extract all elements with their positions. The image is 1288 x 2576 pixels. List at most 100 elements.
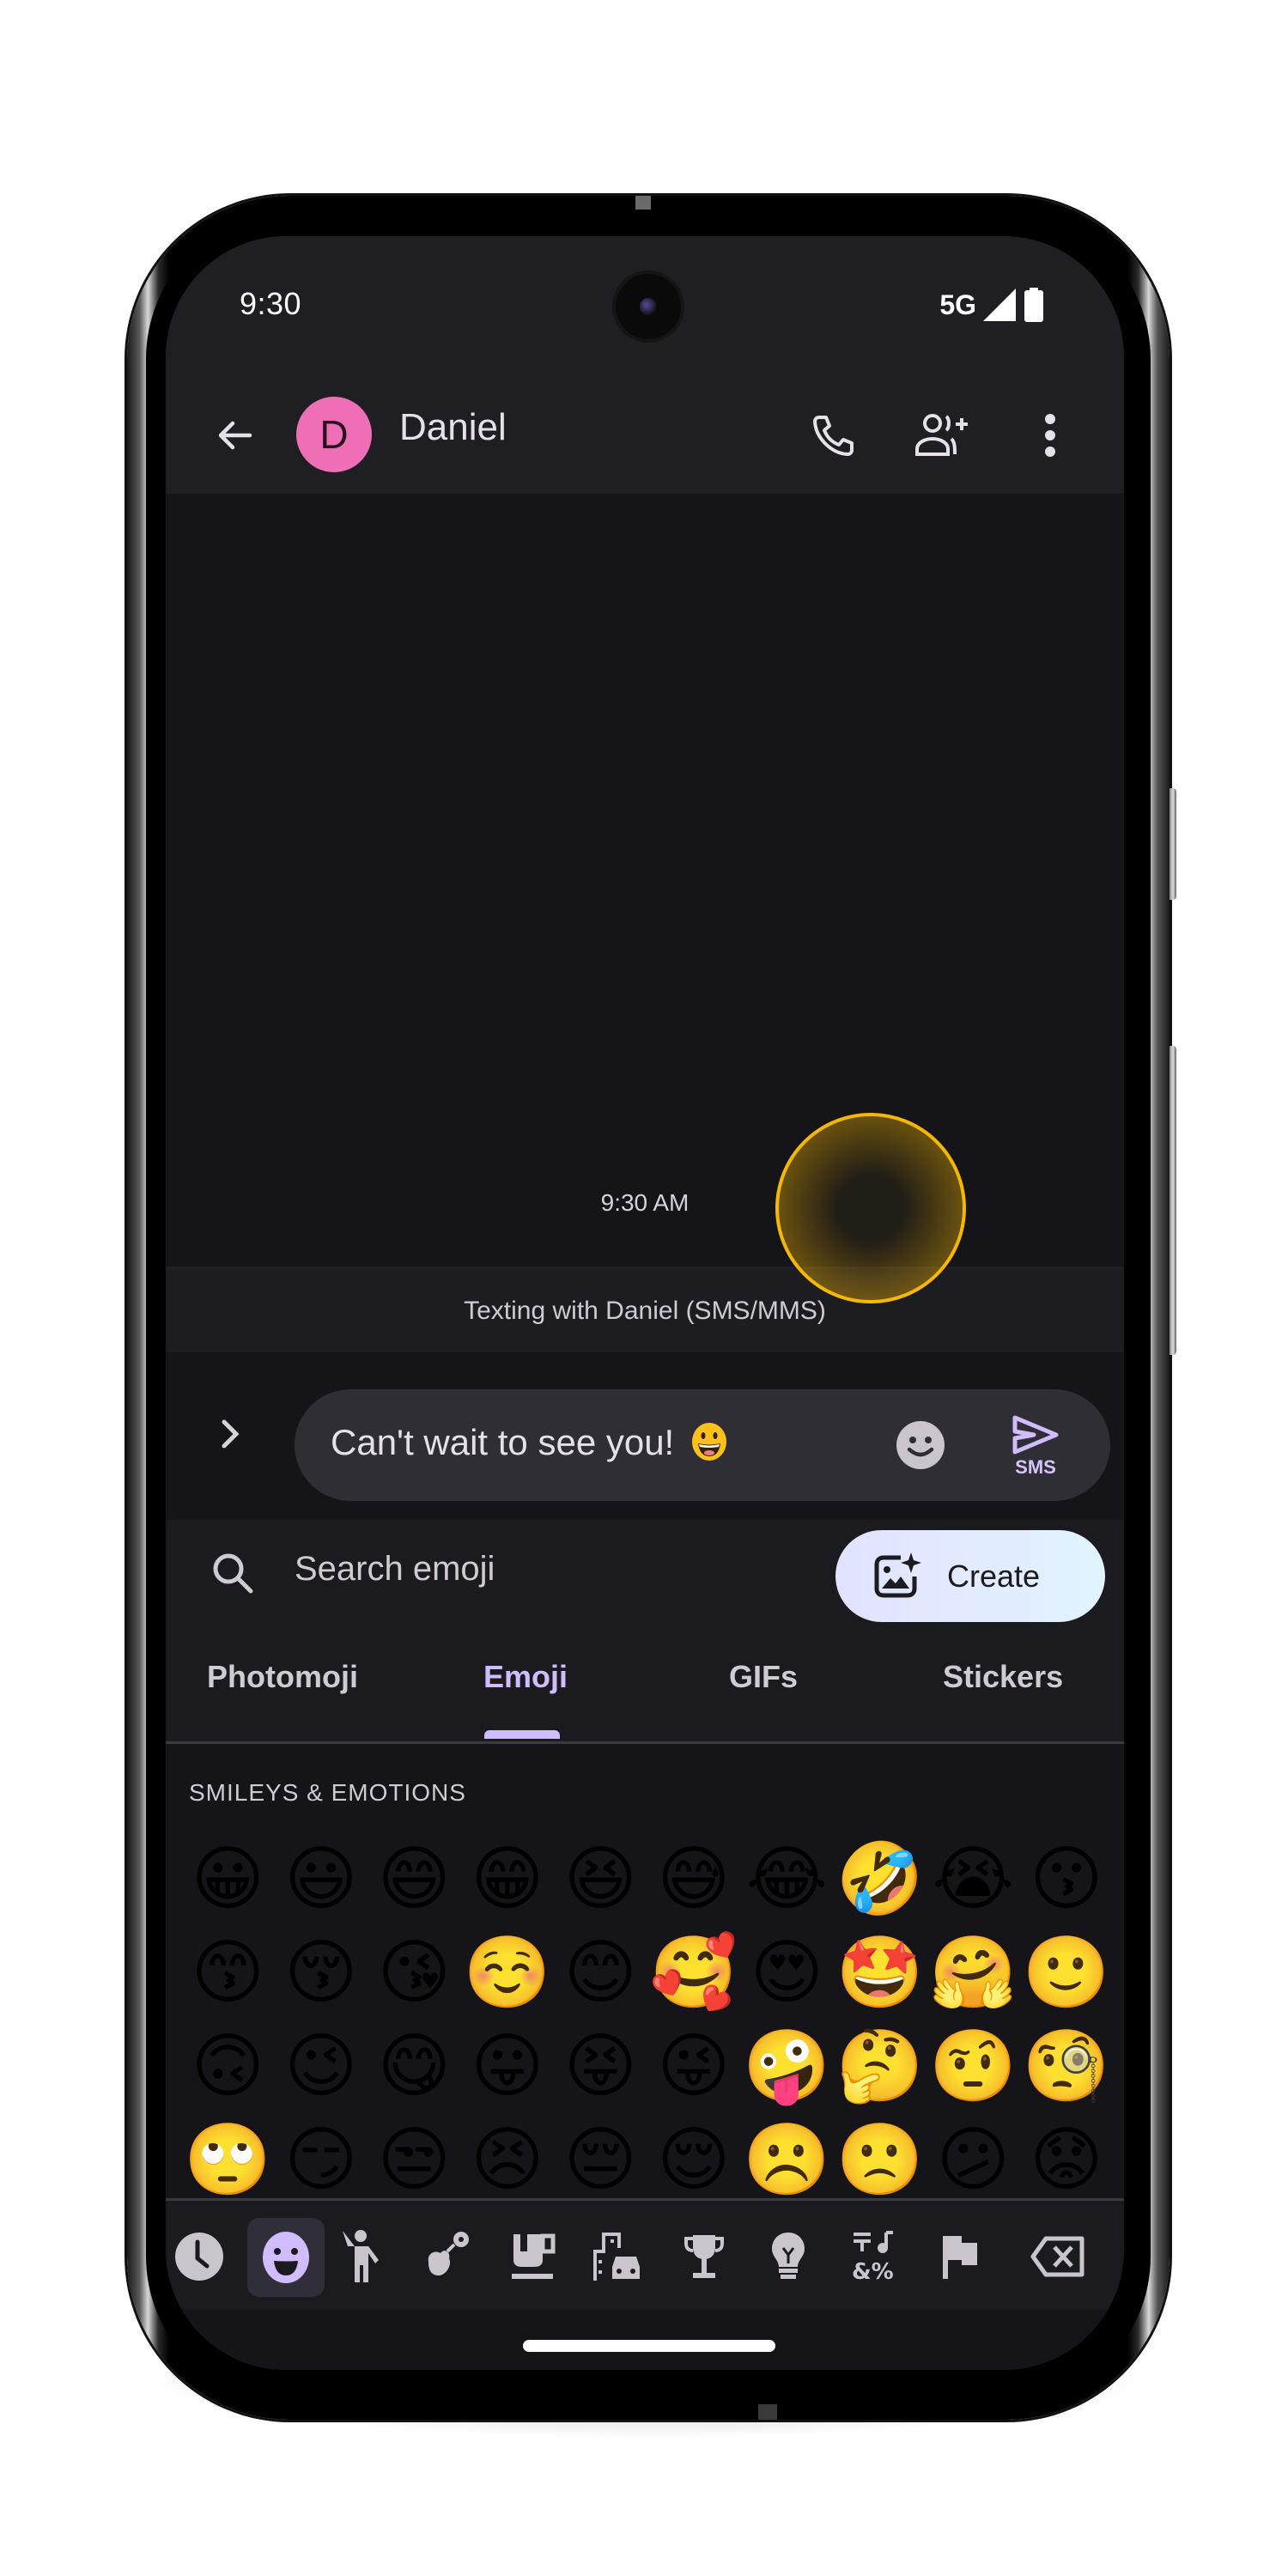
power-button [1170, 788, 1176, 900]
message-input[interactable]: Can't wait to see you! SMS [295, 1389, 1110, 1501]
emoji-item[interactable]: 😀 [181, 1832, 275, 1926]
emoji-item[interactable]: 😆 [554, 1832, 647, 1926]
battery-icon [1024, 288, 1043, 322]
category-activities[interactable] [671, 2223, 738, 2290]
message-timestamp: 9:30 AM [600, 1189, 690, 1216]
category-symbols[interactable]: &% [841, 2223, 908, 2290]
section-label: SMILEYS & EMOTIONS [189, 1779, 466, 1806]
expand-attachments-button[interactable] [209, 1413, 252, 1455]
backspace-button[interactable] [1024, 2223, 1091, 2290]
emoji-item[interactable]: 😁 [461, 1832, 555, 1926]
emoji-item[interactable]: 😅 [647, 1832, 741, 1926]
smiley-icon [896, 1421, 945, 1469]
emoji-item[interactable]: 😄 [368, 1832, 461, 1926]
emoji-item[interactable]: 😚 [275, 1926, 368, 2020]
add-participant-button[interactable] [911, 408, 973, 463]
network-type: 5G [939, 289, 976, 320]
emoji-item[interactable]: 😃 [275, 1832, 368, 1926]
add-person-icon [915, 414, 968, 456]
emoji-button[interactable] [896, 1420, 945, 1470]
emoji-item[interactable]: 😗 [1020, 1832, 1114, 1926]
more-vert-icon [1045, 414, 1055, 457]
emoji-item[interactable]: 😏 [275, 2113, 368, 2198]
emoji-item[interactable]: 🤔 [834, 2020, 927, 2113]
emoji-item[interactable]: 😝 [554, 2020, 647, 2113]
emoji-item[interactable]: 🥰 [647, 1926, 741, 2020]
emoji-item[interactable]: ☹️ [740, 2113, 834, 2198]
emoji-panel: Search emoji Create Photomoji Emoji GIFs… [166, 1520, 1124, 2370]
category-smileys[interactable] [247, 2218, 325, 2297]
send-sms-button[interactable]: SMS [988, 1400, 1083, 1494]
volume-button [1170, 1046, 1176, 1355]
status-icons: 5G [939, 288, 1043, 322]
search-icon [213, 1553, 253, 1594]
backspace-icon [1030, 2236, 1084, 2277]
emoji-item[interactable]: 😂 [740, 1832, 834, 1926]
tab-stickers[interactable]: Stickers [943, 1659, 1063, 1695]
arrow-back-icon [218, 421, 252, 450]
avatar-letter: D [319, 412, 349, 457]
tab-gifs[interactable]: GIFs [729, 1659, 798, 1695]
call-button[interactable] [808, 410, 860, 461]
emoji-item[interactable]: 😌 [647, 2113, 741, 2198]
emoji-item[interactable]: 🙃 [181, 2020, 275, 2113]
category-flags[interactable] [927, 2223, 993, 2290]
category-travel[interactable] [585, 2223, 652, 2290]
emoji-item[interactable]: 😭 [927, 1832, 1020, 1926]
create-image-icon [874, 1552, 921, 1597]
emoji-item[interactable]: ☺️ [461, 1926, 555, 2020]
emoji-item[interactable]: 🤩 [834, 1926, 927, 2020]
category-food[interactable] [499, 2223, 566, 2290]
create-button[interactable]: Create [835, 1530, 1105, 1622]
emoji-item[interactable]: 🧐 [1020, 2020, 1114, 2113]
emoji-search-row: Search emoji Create [166, 1520, 1124, 1623]
category-animals[interactable] [413, 2223, 480, 2290]
category-recent[interactable] [166, 2223, 233, 2290]
emoji-item[interactable]: 😒 [368, 2113, 461, 2198]
emoji-item[interactable]: 🙂 [1020, 1926, 1114, 2020]
emoji-item[interactable]: 😜 [647, 2020, 741, 2113]
category-people[interactable] [327, 2223, 394, 2290]
phone-icon [813, 416, 854, 456]
message-text[interactable]: Can't wait to see you! [331, 1422, 729, 1463]
frame-antenna-line [635, 196, 651, 210]
emoji-item[interactable]: 🤗 [927, 1926, 1020, 2020]
emoji-item[interactable]: 😛 [461, 2020, 555, 2113]
signal-icon [983, 289, 1016, 321]
food-drink-icon [512, 2233, 556, 2279]
chevron-right-icon [222, 1419, 240, 1449]
emoji-item[interactable]: 😣 [461, 2113, 555, 2198]
screen: 9:30 5G D Daniel 9:30 AM Texting with Da… [166, 236, 1124, 2370]
emoji-item[interactable]: 🙄 [181, 2113, 275, 2198]
emoji-item[interactable]: 😙 [181, 1926, 275, 2020]
emoji-item[interactable]: 😍 [740, 1926, 834, 2020]
conversation-area: 9:30 AM [166, 494, 1124, 1267]
avatar[interactable]: D [296, 397, 372, 472]
message-text-content: Can't wait to see you! [331, 1422, 675, 1462]
emoji-item[interactable]: 🙁 [834, 2113, 927, 2198]
emoji-item[interactable]: 😉 [275, 2020, 368, 2113]
emoji-item[interactable]: 🤪 [740, 2020, 834, 2113]
back-button[interactable] [212, 413, 257, 458]
tab-emoji[interactable]: Emoji [483, 1659, 568, 1695]
emoji-item[interactable]: 😕 [927, 2113, 1020, 2198]
emoji-item[interactable]: 😘 [368, 1926, 461, 2020]
emoji-search-input[interactable]: Search emoji [295, 1550, 495, 1589]
emoji-item[interactable]: 😔 [554, 2113, 647, 2198]
texting-info-text: Texting with Daniel (SMS/MMS) [464, 1296, 826, 1325]
send-icon [1012, 1415, 1059, 1455]
more-options-button[interactable] [1033, 410, 1067, 461]
front-camera [616, 274, 681, 339]
emoji-item[interactable]: 🤣 [834, 1832, 927, 1926]
emoji-item[interactable]: 😟 [1020, 2113, 1114, 2198]
texting-info-banner: Texting with Daniel (SMS/MMS) [166, 1269, 1124, 1352]
tab-photomoji[interactable]: Photomoji [207, 1659, 358, 1695]
emoji-item[interactable]: 🤨 [927, 2020, 1020, 2113]
category-objects[interactable] [755, 2223, 822, 2290]
home-indicator[interactable] [523, 2340, 775, 2352]
contact-name[interactable]: Daniel [399, 406, 507, 449]
emoji-item[interactable]: 😊 [554, 1926, 647, 2020]
emoji-item[interactable]: 😋 [368, 2020, 461, 2113]
people-icon [343, 2230, 379, 2282]
grinning-face-emoji [691, 1423, 726, 1461]
